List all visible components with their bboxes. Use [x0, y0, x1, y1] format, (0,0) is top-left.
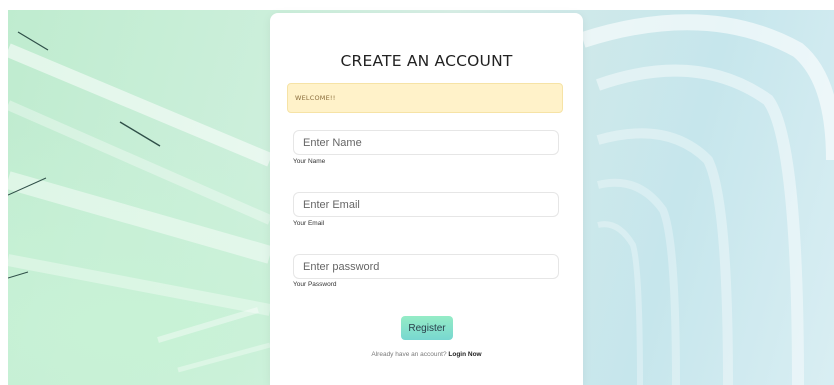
register-button[interactable]: Register	[401, 316, 453, 340]
login-prompt-text: Already have an account?	[371, 351, 447, 358]
email-label: Your Email	[293, 220, 325, 227]
name-label: Your Name	[293, 158, 326, 165]
password-label: Your Password	[293, 281, 337, 288]
welcome-alert-text: WELCOME!!	[295, 94, 336, 102]
name-input[interactable]	[293, 130, 559, 155]
login-prompt-line: Already have an account? Login Now	[270, 351, 583, 358]
login-now-link[interactable]: Login Now	[448, 351, 481, 358]
page-title: CREATE AN ACCOUNT	[340, 52, 513, 70]
password-input[interactable]	[293, 254, 559, 279]
register-card: CREATE AN ACCOUNT WELCOME!! Your Name Yo…	[270, 13, 583, 385]
welcome-alert: WELCOME!!	[287, 83, 563, 113]
email-input[interactable]	[293, 192, 559, 217]
